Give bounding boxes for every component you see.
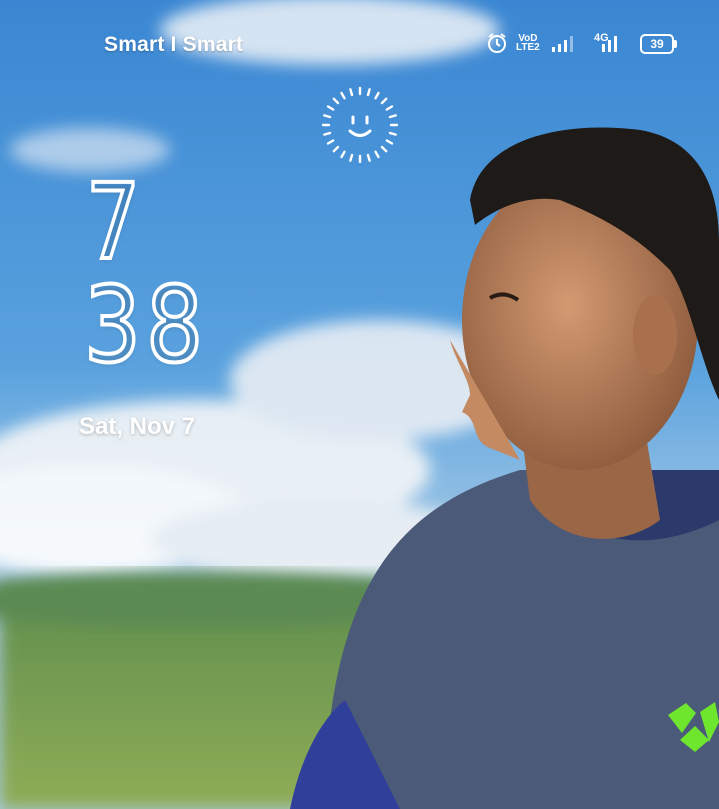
carrier-name: Smart I Smart [104, 33, 244, 56]
face-unlock-icon[interactable] [320, 85, 400, 165]
clock-minute: 38 [82, 264, 209, 386]
volte-icon: VoD LTE2 [516, 34, 540, 53]
alarm-icon [486, 32, 508, 59]
clock-hour: 7 [84, 161, 142, 283]
signal-icon [552, 36, 574, 57]
status-bar: Smart I Smart VoD LTE2 4G 39 [0, 0, 719, 90]
volte-bottom-label: LTE2 [516, 42, 540, 53]
battery-level: 39 [650, 37, 664, 51]
lock-screen-date: Sat, Nov 7 [79, 413, 196, 440]
battery-icon: 39 [640, 34, 677, 54]
